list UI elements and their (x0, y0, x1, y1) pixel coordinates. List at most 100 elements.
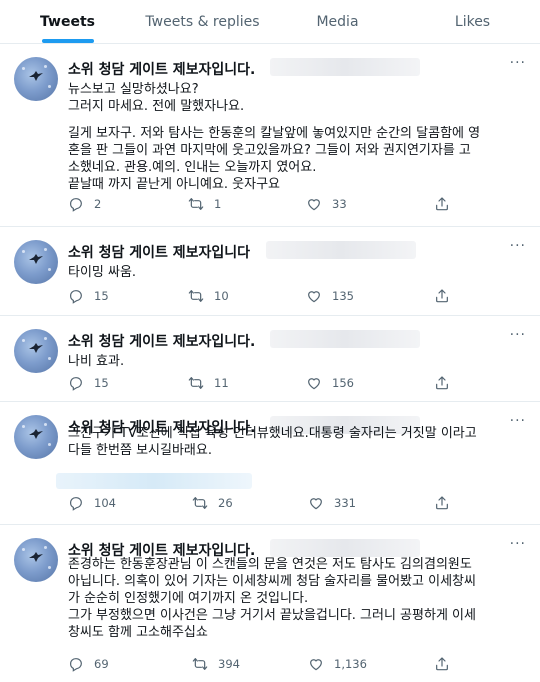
retweet-icon (188, 377, 204, 389)
tweet-text: 타이밍 싸움. (68, 264, 530, 281)
tab-likes[interactable]: Likes (405, 0, 540, 43)
share-button[interactable] (434, 656, 450, 676)
retweet-count: 1 (214, 197, 222, 211)
author-name[interactable]: 소위 청담 게이트 제보자입니다 (68, 242, 250, 262)
tab-tweets[interactable]: Tweets (0, 0, 135, 43)
tweet[interactable]: 소위 청담 게이트 제보자입니다. ··· 존경하는 한동훈장관님 이 스캔들의… (0, 526, 540, 682)
tweet-text: 뉴스보고 실망하셨나요? 그러지 마세요. 전에 말했자나요. 길게 보자구. … (68, 81, 530, 193)
like-count: 33 (332, 197, 347, 211)
reply-icon (70, 290, 82, 304)
reply-button[interactable]: 15 (68, 375, 109, 391)
share-icon (436, 657, 448, 671)
redacted-link (56, 473, 252, 489)
tweet-text-line: 끝날때 까지 끝난게 아니예요. 웃자구요 (68, 177, 281, 192)
tweet-actions: 15 11 156 (68, 375, 508, 395)
retweet-icon (192, 497, 208, 509)
share-button[interactable] (434, 196, 450, 216)
tab-tweets-and-replies-label: Tweets & replies (145, 13, 260, 30)
avatar[interactable] (14, 415, 58, 459)
like-button[interactable]: 156 (306, 375, 354, 391)
tweet-text-line: 뉴스보고 실망하셨나요? (68, 82, 199, 97)
redacted-handle (270, 539, 420, 557)
reply-button[interactable]: 15 (68, 288, 109, 304)
like-button[interactable]: 331 (308, 495, 356, 511)
retweet-icon (188, 198, 204, 210)
more-icon[interactable]: ··· (510, 536, 526, 552)
redacted-handle (270, 330, 420, 348)
like-button[interactable]: 1,136 (308, 656, 367, 672)
like-icon (308, 199, 320, 211)
retweet-button[interactable]: 10 (188, 288, 229, 304)
tab-likes-label: Likes (454, 13, 491, 30)
tweet-text-line: 그가 부정했으면 이사건은 그냥 거기서 끝났을겁니다. 그러니 공평하게 이세 (68, 608, 476, 623)
tweet-text-line: 소했네요. 관용.예의. 인내는 오늘까지 였어요. (68, 160, 317, 175)
like-count: 1,136 (334, 657, 367, 671)
more-icon[interactable]: ··· (510, 238, 526, 254)
retweet-count: 10 (214, 289, 229, 303)
tweet-text-line: 존경하는 한동훈장관님 이 스캔들의 문을 연것은 저도 탐사도 김의겸의원도 (68, 557, 472, 572)
avatar-silhouette-icon (29, 254, 43, 264)
author-name[interactable]: 소위 청담 게이트 제보자입니다. (68, 331, 255, 351)
reply-button[interactable]: 2 (68, 196, 101, 212)
like-count: 135 (332, 289, 354, 303)
redacted-handle (266, 241, 416, 259)
tab-media-label: Media (316, 13, 359, 30)
reply-count: 15 (94, 376, 109, 390)
retweet-button[interactable]: 394 (192, 656, 240, 672)
like-count: 156 (332, 376, 354, 390)
reply-icon (70, 658, 82, 672)
tab-tweets-label: Tweets (40, 13, 95, 30)
tweet-text-line: 다들 한번쯤 보시길바래요. (68, 443, 212, 458)
reply-icon (70, 377, 82, 391)
reply-button[interactable]: 104 (68, 495, 116, 511)
tweet[interactable]: 소위 청담 게이트 제보자입니다. ··· 뉴스보고 실망하셨나요? 그러지 마… (0, 45, 540, 227)
retweet-button[interactable]: 1 (188, 196, 221, 212)
tweet[interactable]: 소위 청담 게이트 제보자입니다 ··· 타이밍 싸움. 15 10 135 (0, 228, 540, 316)
reply-icon (70, 198, 82, 212)
tweet[interactable]: 소위 청담 게이트 제보자입니다. ··· 나비 효과. 15 11 156 (0, 317, 540, 402)
tab-media[interactable]: Media (270, 0, 405, 43)
like-icon (308, 378, 320, 390)
retweet-icon (192, 658, 208, 670)
profile-tabs: Tweets Tweets & replies Media Likes (0, 0, 540, 44)
like-icon (308, 291, 320, 303)
reply-count: 2 (94, 197, 102, 211)
reply-count: 104 (94, 496, 116, 510)
tweet[interactable]: 소위 청담 게이트 제보자입니다. ··· 그친구가 TV조선에 직접 육성 인… (0, 403, 540, 525)
reply-button[interactable]: 69 (68, 656, 109, 672)
avatar[interactable] (14, 329, 58, 373)
tweet-text-line: 길게 보자구. 저와 탐사는 한동훈의 칼날앞에 놓여있지만 순간의 달콤함에 … (68, 126, 481, 141)
retweet-button[interactable]: 26 (192, 495, 233, 511)
avatar-silhouette-icon (29, 343, 43, 353)
share-button[interactable] (434, 495, 450, 515)
avatar[interactable] (14, 240, 58, 284)
retweet-button[interactable]: 11 (188, 375, 229, 391)
tab-tweets-and-replies[interactable]: Tweets & replies (135, 0, 270, 43)
author-name[interactable]: 소위 청담 게이트 제보자입니다. (68, 59, 255, 79)
avatar-silhouette-icon (29, 429, 43, 439)
tweet-text: 존경하는 한동훈장관님 이 스캔들의 문을 연것은 저도 탐사도 김의겸의원도 … (68, 556, 530, 641)
avatar[interactable] (14, 57, 58, 101)
avatar-silhouette-icon (29, 552, 43, 562)
share-icon (436, 197, 448, 211)
like-count: 331 (334, 496, 356, 510)
avatar[interactable] (14, 538, 58, 582)
share-icon (436, 496, 448, 510)
reply-count: 15 (94, 289, 109, 303)
tweet-text-line: 나비 효과. (68, 354, 125, 369)
more-icon[interactable]: ··· (510, 327, 526, 343)
tweet-text: 나비 효과. (68, 353, 530, 370)
like-button[interactable]: 135 (306, 288, 354, 304)
like-button[interactable]: 33 (306, 196, 347, 212)
share-button[interactable] (434, 288, 450, 308)
tweet-text-line: 창씨도 함께 고소해주십쇼 (68, 625, 208, 640)
tweet-actions: 104 26 331 (68, 495, 508, 515)
share-button[interactable] (434, 375, 450, 395)
reply-count: 69 (94, 657, 109, 671)
like-icon (310, 498, 322, 510)
redacted-handle (270, 58, 420, 76)
share-icon (436, 289, 448, 303)
like-icon (310, 659, 322, 671)
more-icon[interactable]: ··· (510, 55, 526, 71)
retweet-icon (188, 290, 204, 302)
